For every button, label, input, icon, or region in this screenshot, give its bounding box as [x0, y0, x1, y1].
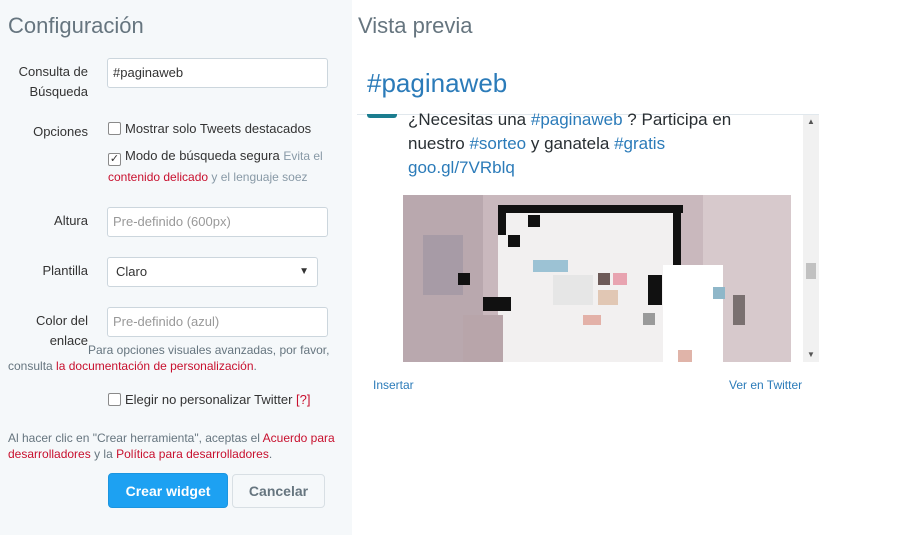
tweet-line-2: nuestro #sorteo y ganatela #gratis [408, 134, 666, 153]
opt-out-personalization[interactable]: Elegir no personalizar Twitter [?] [108, 391, 311, 409]
template-label: Plantilla [42, 263, 88, 278]
pixelated-image-icon [403, 195, 791, 362]
template-select[interactable]: Claro ▼ [107, 257, 318, 287]
tweet-line-3: goo.gl/7VRblq [408, 156, 798, 180]
search-query-input[interactable]: #paginaweb [107, 58, 328, 88]
tweet-text: ¿Necesitas una #paginaweb ? Participa en… [408, 108, 798, 180]
cancel-button[interactable]: Cancelar [232, 474, 325, 508]
link-color-input[interactable]: Pre-definido (azul) [107, 307, 328, 337]
checkbox-icon[interactable] [108, 122, 121, 135]
hashtag-link[interactable]: #gratis [614, 134, 665, 153]
scroll-up-icon[interactable]: ▲ [803, 115, 819, 129]
height-input[interactable]: Pre-definido (600px) [107, 207, 328, 237]
configuration-title: Configuración [8, 13, 144, 38]
short-url-link[interactable]: goo.gl/7VRblq [408, 158, 515, 177]
timeline-preview: #paginaweb ¿Necesitas una #paginaweb ? P… [357, 58, 819, 362]
safe-search-help-text: Evita el [283, 149, 323, 163]
link-color-label: Color del enlace [35, 313, 88, 348]
option-featured-tweets[interactable]: Mostrar solo Tweets destacados [108, 120, 311, 138]
option-safe-search-label: Modo de búsqueda segura [125, 148, 280, 163]
developer-agreement-link-cont[interactable]: desarrolladores [8, 447, 91, 461]
avatar[interactable] [367, 114, 397, 118]
checkbox-checked-icon[interactable]: ✓ [108, 153, 121, 166]
tweet-line-1: ¿Necesitas una #paginaweb ? Participa en [408, 110, 732, 129]
safe-search-help: contenido delicado y el lenguaje soez [108, 169, 308, 185]
height-label: Altura [54, 213, 88, 228]
view-on-twitter-link[interactable]: Ver en Twitter [729, 378, 802, 392]
opt-out-personalization-label: Elegir no personalizar Twitter [125, 392, 293, 407]
preview-scrollbar[interactable]: ▲ ▼ [803, 115, 819, 362]
developer-policy-link[interactable]: Política para desarrolladores [116, 447, 269, 461]
chevron-down-icon: ▼ [299, 266, 309, 277]
hashtag-link[interactable]: #paginaweb [531, 110, 623, 129]
advanced-options-help-line2: consulta la documentación de personaliza… [8, 359, 257, 373]
scroll-down-icon[interactable]: ▼ [803, 348, 819, 362]
help-link[interactable]: [?] [296, 392, 310, 407]
options-label: Opciones [33, 124, 88, 139]
hashtag-link[interactable]: #sorteo [469, 134, 526, 153]
timeline-header-hashtag[interactable]: #paginaweb [367, 68, 507, 99]
preview-title: Vista previa [358, 13, 473, 38]
scroll-thumb[interactable] [806, 263, 816, 279]
developer-agreement-link[interactable]: Acuerdo para [263, 431, 335, 445]
template-selected-value: Claro [116, 264, 148, 279]
embed-link[interactable]: Insertar [373, 378, 414, 392]
terms-text: Al hacer clic en "Crear herramienta", ac… [8, 431, 335, 461]
sensitive-content-link[interactable]: contenido delicado [108, 170, 208, 184]
configuration-panel: Configuración Consulta de Búsqueda #pagi… [0, 0, 352, 535]
advanced-options-help-line1: Para opciones visuales avanzadas, por fa… [88, 343, 330, 357]
option-featured-tweets-label: Mostrar solo Tweets destacados [125, 121, 312, 136]
customization-docs-link[interactable]: la documentación de personalización [56, 359, 253, 373]
option-safe-search[interactable]: ✓ Modo de búsqueda segura Evita el [108, 147, 338, 166]
checkbox-icon[interactable] [108, 393, 121, 406]
tweet-media-image[interactable] [403, 195, 791, 362]
search-query-label: Consulta de Búsqueda [18, 64, 88, 99]
safe-search-help-suffix: y el lenguaje soez [211, 170, 308, 184]
create-widget-button[interactable]: Crear widget [108, 473, 228, 508]
